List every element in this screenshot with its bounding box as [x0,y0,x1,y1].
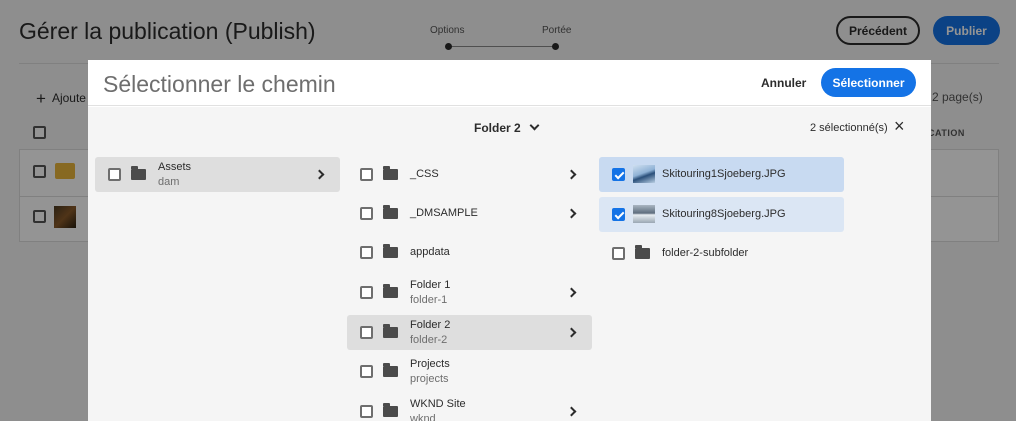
item-label: _DMSAMPLE [410,207,478,219]
chevron-right-icon[interactable] [566,287,577,298]
item-label: Projects [410,358,450,370]
folder-icon [635,245,650,259]
column-item[interactable]: _DMSAMPLE [347,196,592,231]
item-label: Folder 1 [410,279,451,291]
folder-icon [383,324,398,338]
dialog-title: Sélectionner le chemin [103,71,336,97]
column-item[interactable]: Skitouring1Sjoeberg.JPG [599,157,844,192]
cancel-button[interactable]: Annuler [753,70,814,96]
selection-count: 2 sélectionné(s) [810,122,888,134]
item-label: folder-2-subfolder [662,247,749,259]
folder-icon [383,403,398,417]
chevron-right-icon[interactable] [566,327,577,338]
chevron-right-icon[interactable] [566,169,577,180]
folder-icon [383,166,398,180]
chevron-right-icon[interactable] [566,208,577,219]
item-checkbox[interactable] [612,208,625,221]
column-item[interactable]: WKND Site wknd [347,394,592,421]
close-icon[interactable]: × [894,116,905,136]
item-checkbox[interactable] [360,207,373,220]
chevron-down-icon [529,120,540,131]
chevron-right-icon[interactable] [314,169,325,180]
column-item[interactable]: Assets dam [95,157,340,192]
folder-icon [383,244,398,258]
item-sublabel: projects [410,373,449,385]
folder-icon [383,363,398,377]
column-item[interactable]: Skitouring8Sjoeberg.JPG [599,197,844,232]
item-checkbox[interactable] [108,168,121,181]
item-label: Assets [158,161,192,173]
chevron-right-icon[interactable] [566,406,577,417]
current-folder-dropdown[interactable]: Folder 2 [474,120,540,135]
item-checkbox[interactable] [360,286,373,299]
item-label: appdata [410,246,450,258]
item-checkbox[interactable] [360,326,373,339]
item-checkbox[interactable] [360,365,373,378]
item-label: Skitouring8Sjoeberg.JPG [662,208,786,220]
item-label: Skitouring1Sjoeberg.JPG [662,168,786,180]
item-sublabel: folder-1 [410,294,448,306]
dialog-header: Sélectionner le chemin Annuler Sélection… [88,60,931,106]
item-checkbox[interactable] [360,246,373,259]
column-item[interactable]: Projects projects [347,354,592,389]
item-checkbox[interactable] [612,247,625,260]
select-button[interactable]: Sélectionner [821,68,916,97]
column-item[interactable]: folder-2-subfolder [599,236,844,271]
select-path-dialog: Sélectionner le chemin Annuler Sélection… [88,60,931,421]
item-checkbox[interactable] [612,168,625,181]
item-label: _CSS [410,168,439,180]
item-sublabel: dam [158,176,180,188]
item-label: Folder 2 [410,319,451,331]
column-browser: Assets dam _CSS _DMSAMPLEappdata Folder 1 fo… [88,149,931,421]
column-item[interactable]: _CSS [347,157,592,192]
image-thumbnail [633,205,655,223]
item-sublabel: folder-2 [410,334,448,346]
column-item[interactable]: Folder 1 folder-1 [347,275,592,310]
dialog-toolbar: Folder 2 2 sélectionné(s) × [88,107,931,149]
column-item[interactable]: Folder 2 folder-2 [347,315,592,350]
folder-icon [383,284,398,298]
item-sublabel: wknd [410,413,436,421]
folder-icon [383,205,398,219]
item-checkbox[interactable] [360,168,373,181]
item-checkbox[interactable] [360,405,373,418]
item-label: WKND Site [410,398,466,410]
folder-icon [131,166,146,180]
image-thumbnail [633,165,655,183]
column-item[interactable]: appdata [347,235,592,270]
current-folder-label: Folder 2 [474,121,521,135]
